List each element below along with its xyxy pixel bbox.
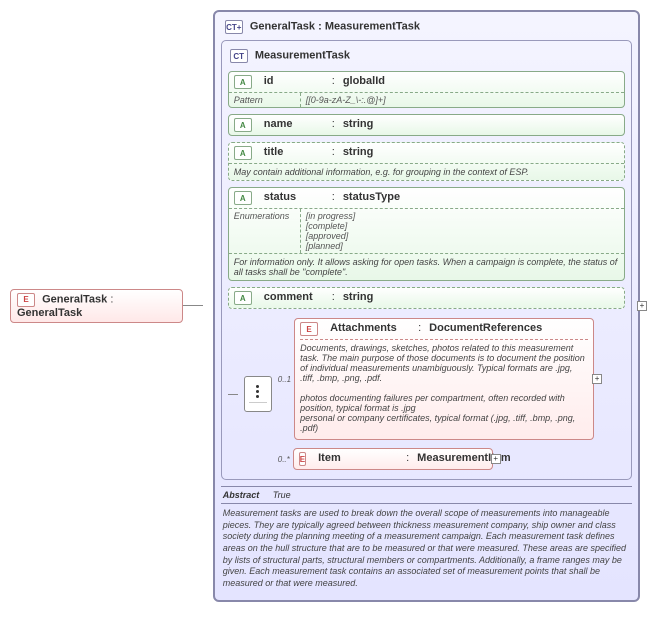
connector bbox=[228, 394, 238, 395]
attr-type: string bbox=[343, 146, 374, 160]
ct-ext-badge: CT+ bbox=[225, 20, 243, 34]
attr-badge: A bbox=[234, 118, 252, 132]
attr-name-field[interactable]: A name : string bbox=[228, 114, 625, 136]
attr-name: id bbox=[264, 75, 324, 89]
attr-id[interactable]: A id : globalId Pattern [[0-9a-zA-Z_\-:.… bbox=[228, 71, 625, 108]
cardinality: 0..1 bbox=[278, 375, 291, 384]
long-description: Measurement tasks are used to break down… bbox=[221, 503, 632, 594]
attr-desc: For information only. It allows asking f… bbox=[229, 253, 624, 280]
abstract-value: True bbox=[273, 490, 291, 500]
cardinality: 0..* bbox=[278, 455, 290, 464]
attr-badge: A bbox=[234, 75, 252, 89]
elem-name: Attachments bbox=[330, 322, 410, 336]
elem-desc: Documents, drawings, sketches, photos re… bbox=[300, 339, 588, 436]
ct-header-type: MeasurementTask bbox=[325, 21, 420, 33]
element-badge: E bbox=[17, 293, 35, 307]
sequence-icon[interactable] bbox=[244, 376, 272, 412]
root-name: GeneralTask bbox=[42, 293, 107, 305]
elem-type: DocumentReferences bbox=[429, 322, 542, 336]
colon: : bbox=[318, 21, 325, 33]
abstract-row: Abstract True bbox=[221, 486, 632, 503]
expand-icon[interactable]: + bbox=[637, 301, 647, 311]
pattern-label: Pattern bbox=[229, 93, 301, 107]
complextype-extension[interactable]: CT+ GeneralTask : MeasurementTask CT Mea… bbox=[213, 10, 640, 602]
attr-type: string bbox=[343, 291, 374, 305]
expand-icon[interactable]: + bbox=[491, 454, 501, 464]
sequence-compositor: 0..1 E Attachments : DocumentReferences … bbox=[228, 315, 625, 473]
attr-type: statusType bbox=[343, 191, 400, 205]
enum-label: Enumerations bbox=[229, 209, 301, 253]
inner-complextype[interactable]: CT MeasurementTask A id : globalId Patte… bbox=[221, 40, 632, 480]
element-badge: E bbox=[300, 322, 318, 336]
inner-ct-name: MeasurementTask bbox=[255, 50, 350, 62]
attr-name: status bbox=[264, 191, 324, 205]
connector bbox=[183, 305, 202, 306]
attr-name: title bbox=[264, 146, 324, 160]
attr-badge: A bbox=[234, 291, 252, 305]
attr-status[interactable]: A status : statusType Enumerations [in p… bbox=[228, 187, 625, 281]
attr-type: string bbox=[343, 118, 374, 132]
attr-type: globalId bbox=[343, 75, 385, 89]
attr-name: name bbox=[264, 118, 324, 132]
enum-values: [in progress] [complete] [approved] [pla… bbox=[301, 209, 624, 253]
attr-badge: A bbox=[234, 191, 252, 205]
attr-desc: May contain additional information, e.g.… bbox=[229, 163, 624, 180]
colon: : bbox=[332, 191, 335, 205]
attr-comment[interactable]: A comment : string bbox=[228, 287, 625, 309]
colon: : bbox=[332, 118, 335, 132]
colon: : bbox=[332, 291, 335, 305]
elem-item[interactable]: E Item : MeasurementItem + bbox=[293, 448, 493, 470]
elem-attachments[interactable]: E Attachments : DocumentReferences Docum… bbox=[294, 318, 594, 440]
ct-badge: CT bbox=[230, 49, 248, 63]
colon: : bbox=[110, 293, 113, 305]
ct-header-name: GeneralTask bbox=[250, 21, 315, 33]
schema-diagram: E GeneralTask : GeneralTask CT+ GeneralT… bbox=[10, 10, 640, 602]
attr-name: comment bbox=[264, 291, 324, 305]
element-badge: E bbox=[299, 452, 306, 466]
root-type: GeneralTask bbox=[17, 307, 82, 319]
colon: : bbox=[418, 322, 421, 336]
abstract-label: Abstract bbox=[223, 490, 273, 500]
attr-badge: A bbox=[234, 146, 252, 160]
colon: : bbox=[332, 146, 335, 160]
expand-icon[interactable]: + bbox=[592, 374, 602, 384]
colon: : bbox=[332, 75, 335, 89]
elem-name: Item bbox=[318, 452, 398, 466]
attr-title[interactable]: A title : string May contain additional … bbox=[228, 142, 625, 181]
root-element[interactable]: E GeneralTask : GeneralTask bbox=[10, 289, 183, 323]
colon: : bbox=[406, 452, 409, 466]
pattern-value: [[0-9a-zA-Z_\-:.@]+] bbox=[301, 93, 624, 107]
